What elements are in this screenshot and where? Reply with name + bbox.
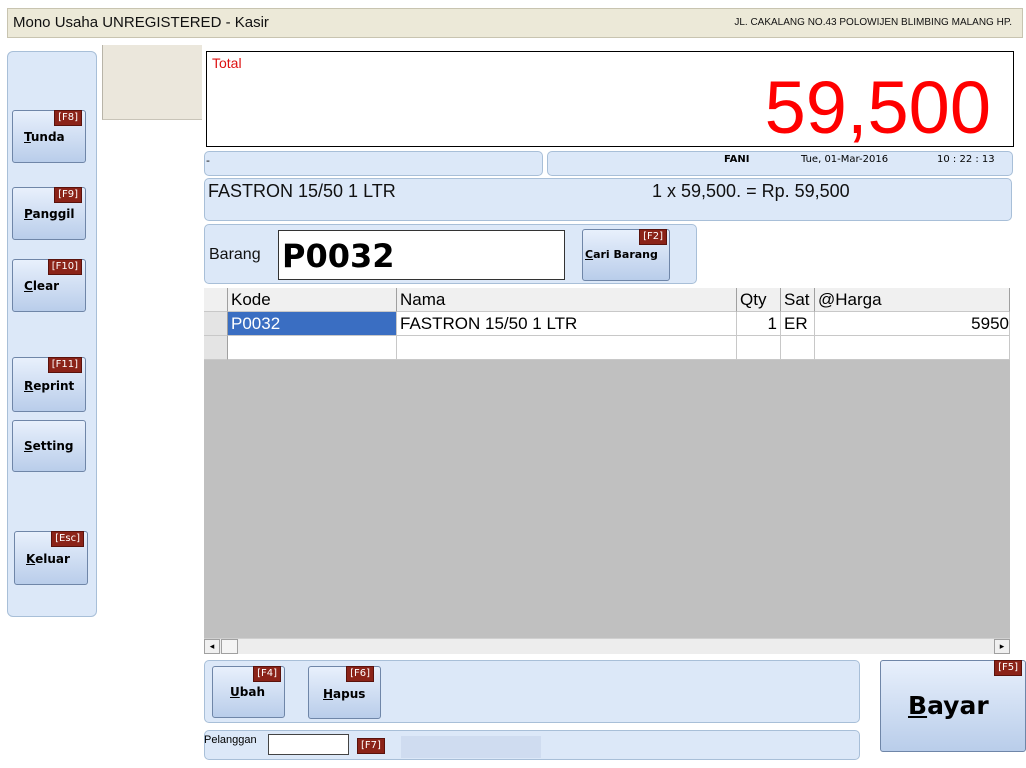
bayar-button[interactable]: [F5] Bayar [880, 660, 1026, 752]
window-title: Mono Usaha UNREGISTERED - Kasir [13, 14, 269, 31]
tunda-button[interactable]: [F8] Tunda [12, 110, 86, 163]
barang-label: Barang [209, 246, 261, 263]
last-item-name: FASTRON 15/50 1 LTR [208, 181, 396, 201]
clear-button[interactable]: [F10] Clear [12, 259, 86, 312]
shortcut-badge: [F8] [54, 110, 82, 126]
total-display: Total 59,500 [206, 51, 1014, 149]
pelanggan-label: Pelanggan [204, 734, 257, 746]
shortcut-badge: [F4] [253, 666, 281, 682]
date-text: Tue, 01-Mar-2016 [801, 154, 889, 165]
shortcut-badge: [Esc] [51, 531, 84, 547]
grid-header: Kode Nama Qty Sat @Harga [204, 288, 1010, 312]
horizontal-scrollbar[interactable]: ◂ ▸ [204, 638, 1010, 654]
scroll-left-icon[interactable]: ◂ [204, 639, 220, 654]
hapus-button[interactable]: [F6] Hapus [308, 666, 381, 719]
status-right: FANI Tue, 01-Mar-2016 10 : 22 : 13 [547, 151, 1013, 176]
last-item-calc: 1 x 59,500. = Rp. 59,500 [652, 181, 850, 201]
status-left: - [204, 151, 543, 176]
shortcut-badge: [F2] [639, 229, 667, 245]
total-label: Total [212, 55, 242, 71]
col-sat[interactable]: Sat [781, 288, 815, 312]
table-row[interactable]: P0032 FASTRON 15/50 1 LTR 1 ER 5950 [204, 312, 1010, 336]
store-address: JL. CAKALANG NO.43 POLOWIJEN BLIMBING MA… [734, 17, 1012, 28]
last-item-panel: FASTRON 15/50 1 LTR 1 x 59,500. = Rp. 59… [204, 178, 1012, 221]
cell-kode[interactable]: P0032 [228, 312, 397, 336]
shortcut-badge: [F11] [47, 357, 82, 373]
cell-nama[interactable]: FASTRON 15/50 1 LTR [397, 312, 737, 336]
pelanggan-input[interactable] [268, 734, 349, 755]
barang-input[interactable]: P0032 [278, 230, 565, 280]
cell-harga[interactable]: 5950 [815, 312, 1010, 336]
panggil-button[interactable]: [F9] Panggil [12, 187, 86, 240]
total-value: 59,500 [764, 66, 991, 149]
col-kode[interactable]: Kode [228, 288, 397, 312]
shortcut-badge: [F5] [994, 660, 1022, 676]
logo-area [102, 45, 202, 120]
shortcut-badge: [F10] [47, 259, 82, 275]
keluar-button[interactable]: [Esc] Keluar [14, 531, 88, 585]
ubah-button[interactable]: [F4] Ubah [212, 666, 285, 718]
item-grid[interactable]: Kode Nama Qty Sat @Harga P0032 FASTRON 1… [204, 288, 1010, 638]
shortcut-badge: [F9] [54, 187, 82, 203]
col-qty[interactable]: Qty [737, 288, 781, 312]
action-panel [204, 660, 860, 723]
cell-qty[interactable]: 1 [737, 312, 781, 336]
table-row-empty[interactable] [204, 336, 1010, 360]
user-name: FANI [724, 154, 750, 165]
reprint-button[interactable]: [F11] Reprint [12, 357, 86, 412]
scroll-thumb[interactable] [221, 639, 238, 654]
col-nama[interactable]: Nama [397, 288, 737, 312]
time-text: 10 : 22 : 13 [937, 154, 995, 165]
title-bar: Mono Usaha UNREGISTERED - Kasir JL. CAKA… [7, 8, 1023, 38]
cari-barang-button[interactable]: [F2] Cari Barang [582, 229, 670, 281]
scroll-right-icon[interactable]: ▸ [994, 639, 1010, 654]
col-harga[interactable]: @Harga [815, 288, 1010, 312]
shortcut-badge: [F6] [346, 666, 374, 682]
setting-button[interactable]: Setting [12, 420, 86, 472]
cell-sat[interactable]: ER [781, 312, 815, 336]
pelanggan-shortcut-badge[interactable]: [F7] [357, 738, 385, 754]
